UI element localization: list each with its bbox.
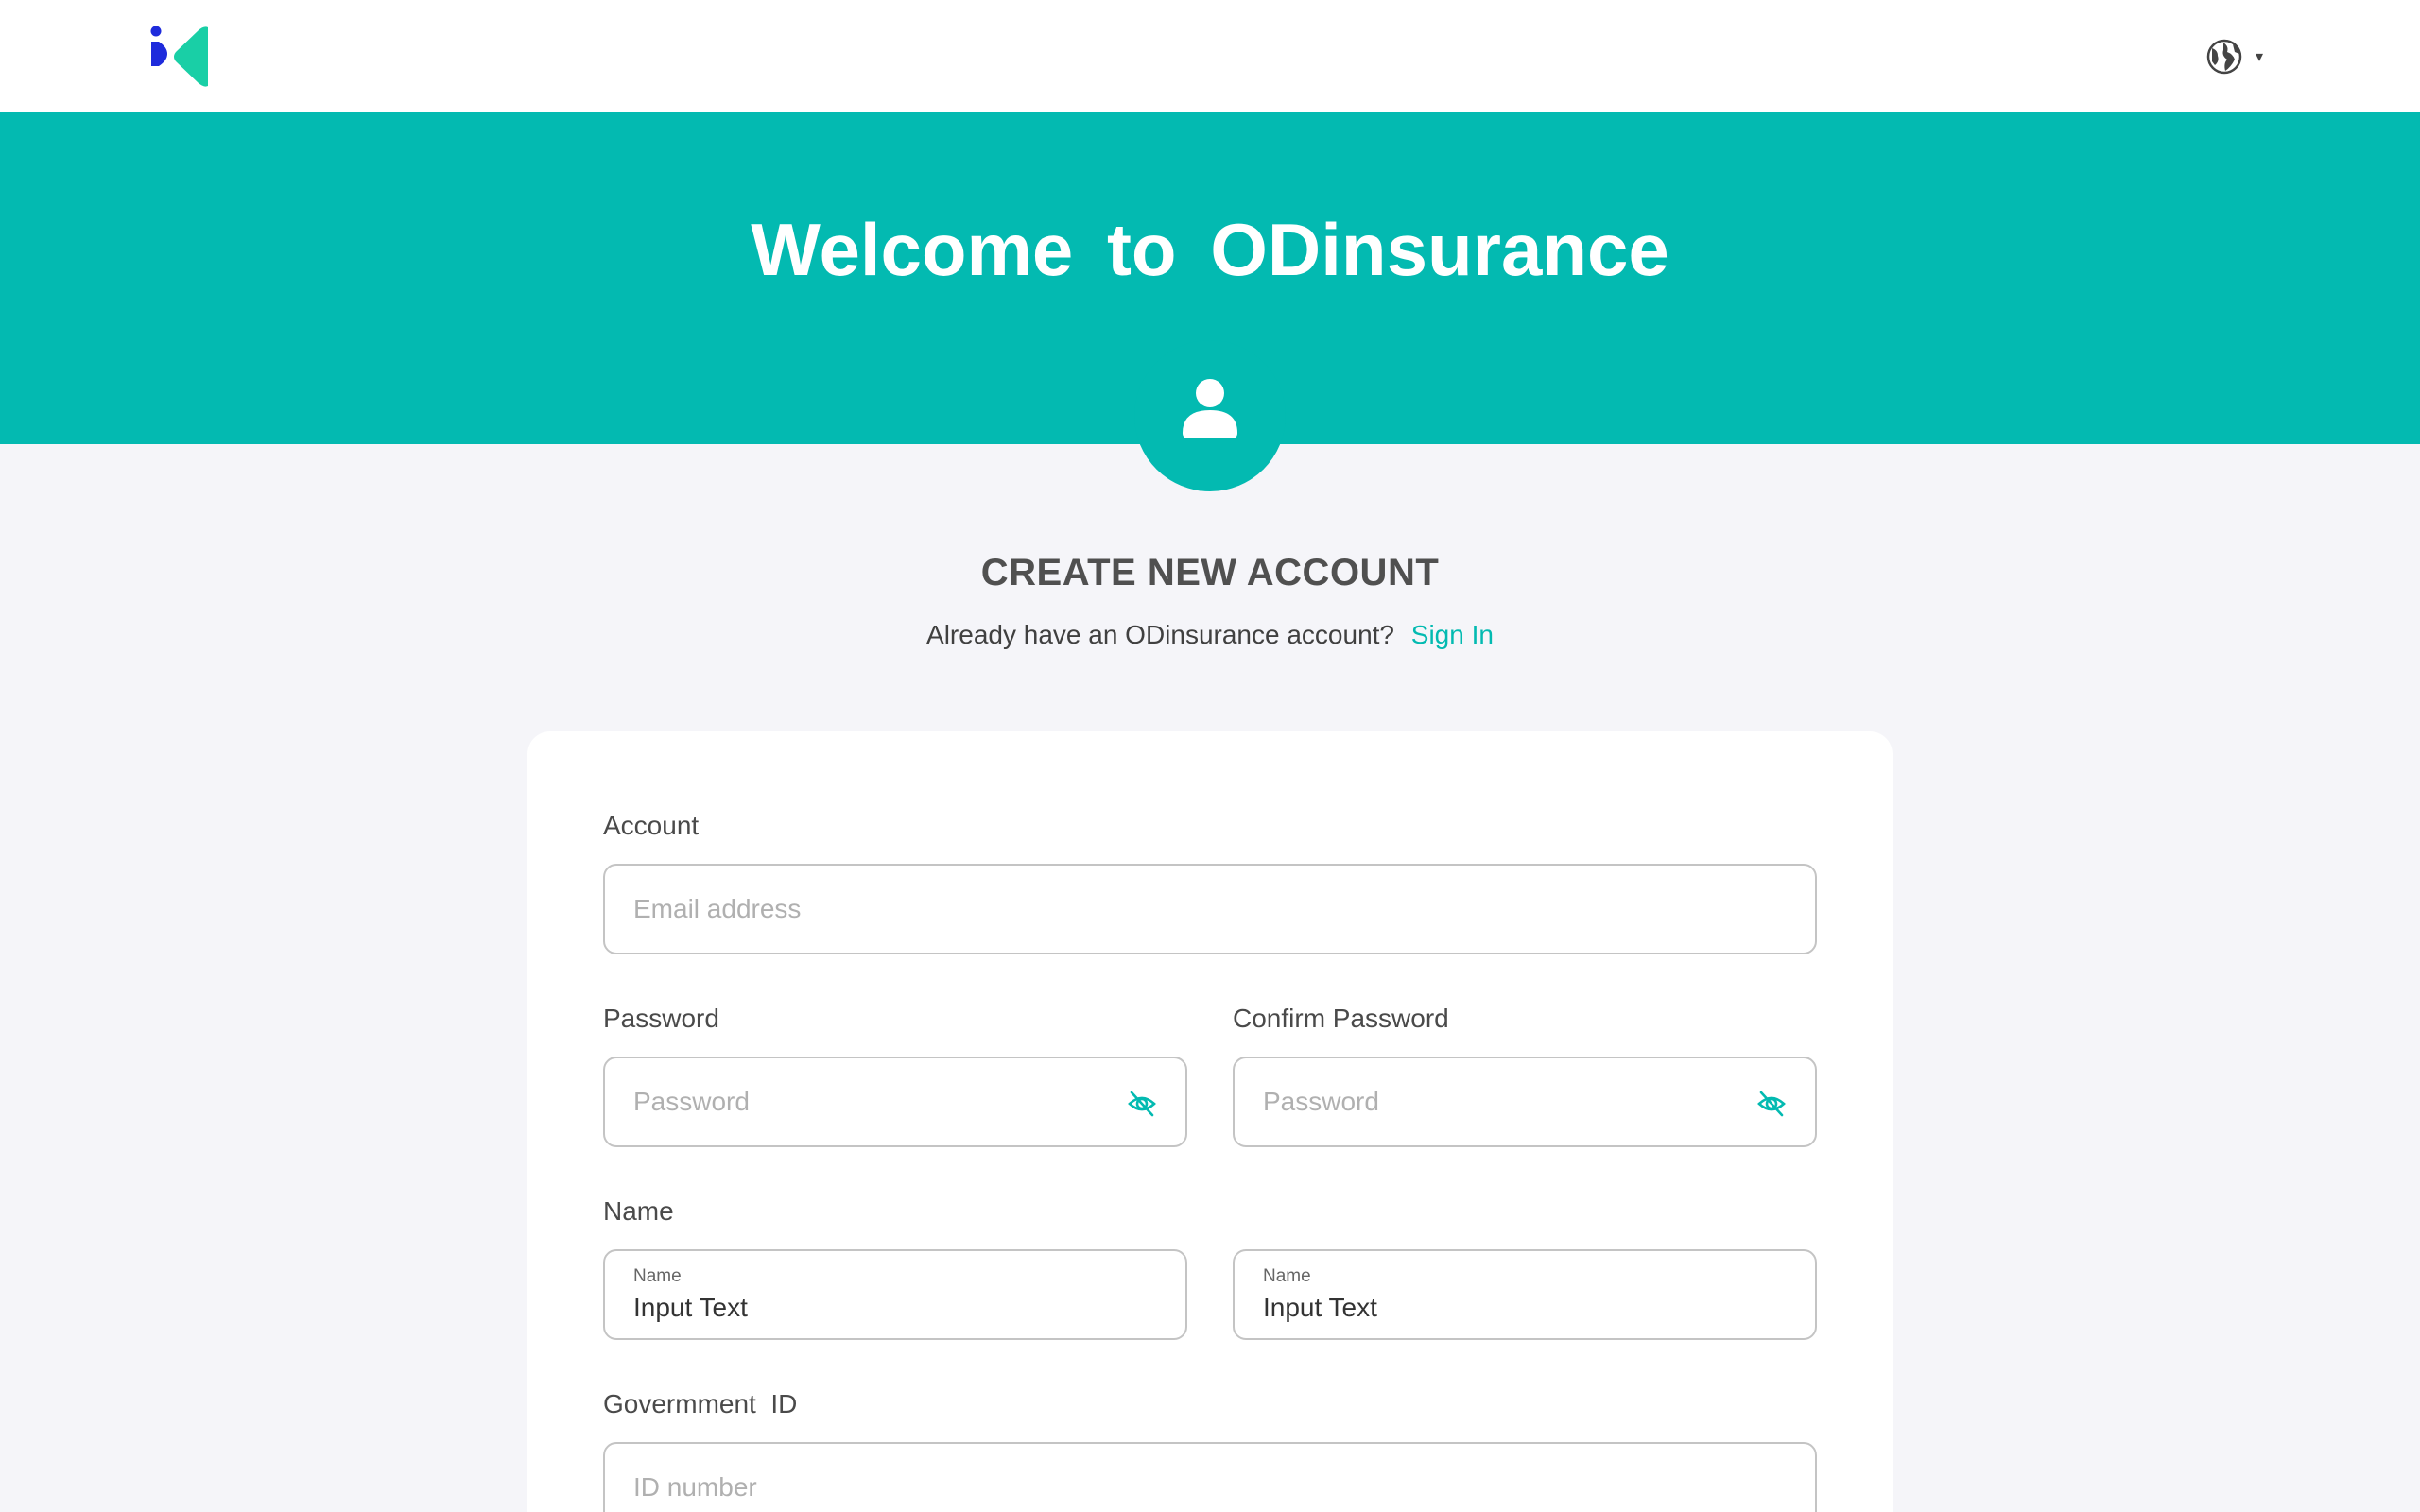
password-label: Password	[603, 1004, 719, 1033]
first-name-field[interactable]: Name Input Text	[603, 1249, 1187, 1340]
government-id-field[interactable]	[603, 1442, 1817, 1512]
top-bar: ▾	[0, 0, 2420, 112]
create-account-heading: CREATE NEW ACCOUNT	[980, 552, 1440, 593]
signin-prompt-text: Already have an ODinsurance account?	[926, 620, 1394, 649]
government-id-input[interactable]	[633, 1472, 1787, 1503]
eye-off-icon[interactable]	[1127, 1089, 1157, 1119]
confirm-password-field[interactable]	[1233, 1057, 1817, 1147]
page-title: Welcome to ODinsurance	[751, 208, 1669, 291]
government-id-label: Govermment ID	[603, 1389, 798, 1418]
email-field[interactable]	[603, 864, 1817, 954]
confirm-password-label: Confirm Password	[1233, 1004, 1449, 1033]
avatar	[1134, 340, 1286, 491]
name-label: Name	[603, 1196, 674, 1226]
last-name-mini-label: Name	[1263, 1266, 1311, 1286]
first-name-mini-label: Name	[633, 1266, 682, 1286]
last-name-field[interactable]: Name Input Text	[1233, 1249, 1817, 1340]
first-name-value[interactable]: Input Text	[633, 1293, 748, 1323]
brand-logo[interactable]	[149, 26, 210, 88]
email-input[interactable]	[633, 894, 1787, 924]
password-field[interactable]	[603, 1057, 1187, 1147]
eye-off-icon[interactable]	[1756, 1089, 1787, 1119]
signin-prompt: Already have an ODinsurance account? Sig…	[0, 620, 2420, 650]
chevron-down-icon: ▾	[2256, 49, 2264, 65]
user-icon	[1183, 379, 1237, 438]
language-selector[interactable]: ▾	[2206, 38, 2263, 76]
signup-form-card: Account Password Confirm Password Name N…	[527, 731, 1893, 1512]
account-label: Account	[603, 811, 700, 840]
confirm-password-input[interactable]	[1263, 1087, 1787, 1117]
globe-icon	[2206, 39, 2242, 75]
sign-in-link[interactable]: Sign In	[1411, 620, 1494, 649]
password-input[interactable]	[633, 1087, 1157, 1117]
last-name-value[interactable]: Input Text	[1263, 1293, 1377, 1323]
